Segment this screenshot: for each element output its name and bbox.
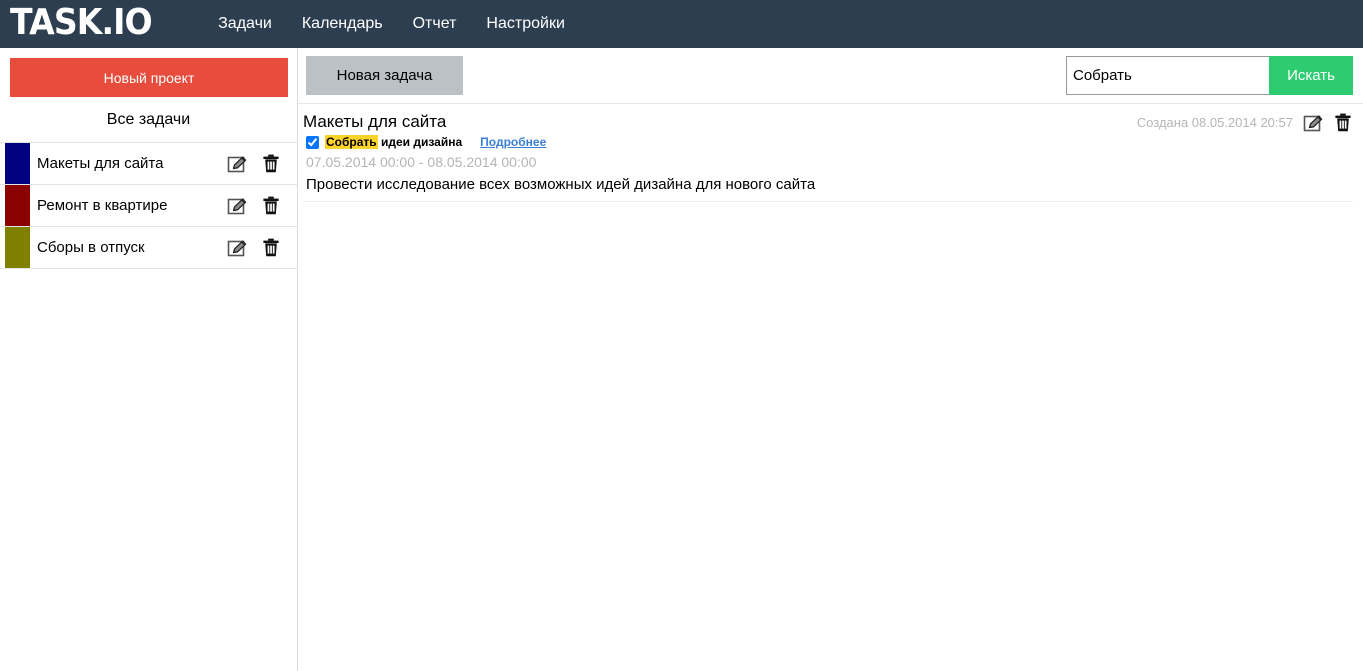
task-header: Макеты для сайта Создана 08.05.2014 20:5… [303,104,1353,133]
project-name-label: Макеты для сайта [37,155,164,172]
nav-item-report[interactable]: Отчет [413,15,457,33]
task-list: Макеты для сайта Создана 08.05.2014 20:5… [298,104,1363,202]
task-meta: Создана 08.05.2014 20:57 [1137,112,1353,133]
task-row: Собрать идеи дизайна Подробнее [303,135,1353,149]
nav-item-calendar[interactable]: Календарь [302,15,383,33]
trash-icon[interactable] [261,153,281,174]
project-color-swatch [5,227,30,268]
sidebar-project-row[interactable]: Сборы в отпуск [0,227,297,269]
main-nav: Задачи Календарь Отчет Настройки [218,15,565,33]
nav-item-settings[interactable]: Настройки [486,15,564,33]
search-button[interactable]: Искать [1269,56,1353,95]
task-created-label: Создана 08.05.2014 20:57 [1136,115,1293,130]
search-input[interactable] [1066,56,1269,95]
task-title: Собрать идеи дизайна [325,135,462,149]
search-group: Искать [1066,56,1353,95]
edit-pencil-icon[interactable] [227,196,247,216]
project-row-actions [227,195,281,216]
page-body: Новый проект Все задачи Макеты для сайта [0,48,1363,671]
main-toolbar: Новая задача Искать [298,48,1363,104]
sidebar-item-all-tasks[interactable]: Все задачи [0,97,297,143]
nav-item-tasks[interactable]: Задачи [218,15,272,33]
trash-icon[interactable] [261,195,281,216]
new-project-button[interactable]: Новый проект [10,58,288,97]
trash-icon[interactable] [1333,112,1353,133]
project-name-label: Ремонт в квартире [37,197,168,214]
search-match-highlight: Собрать [325,135,378,149]
edit-pencil-icon[interactable] [1303,113,1323,133]
trash-icon[interactable] [261,237,281,258]
main-content: Новая задача Искать Макеты для сайта Соз… [298,48,1363,671]
project-row-actions [227,153,281,174]
top-navbar: TASK.IO Задачи Календарь Отчет Настройки [0,0,1363,48]
task-details-link[interactable]: Подробнее [480,135,546,149]
project-row-actions [227,237,281,258]
edit-pencil-icon[interactable] [227,238,247,258]
new-task-button[interactable]: Новая задача [306,56,463,95]
task-done-checkbox[interactable] [306,135,319,149]
task-description: Провести исследование всех возможных иде… [303,176,1353,202]
project-color-swatch [5,185,30,226]
task-title-rest: идеи дизайна [377,135,463,149]
project-color-swatch [5,143,30,184]
sidebar-project-row[interactable]: Ремонт в квартире [0,185,297,227]
edit-pencil-icon[interactable] [227,154,247,174]
app-logo[interactable]: TASK.IO [10,5,153,43]
project-name-label: Сборы в отпуск [37,239,145,256]
sidebar-project-row[interactable]: Макеты для сайта [0,143,297,185]
sidebar: Новый проект Все задачи Макеты для сайта [0,48,298,671]
task-date-range: 07.05.2014 00:00 - 08.05.2014 00:00 [306,154,537,170]
task-project-title: Макеты для сайта [303,112,447,131]
